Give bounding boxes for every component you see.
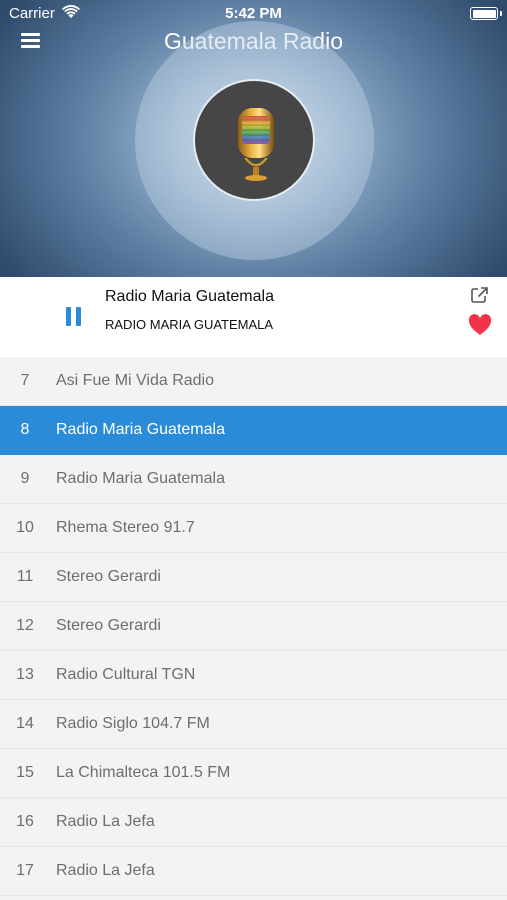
station-row[interactable]: 7 Asi Fue Mi Vida Radio [0,357,507,406]
station-number: 11 [16,568,34,585]
favorite-heart-icon[interactable] [468,314,492,336]
station-row[interactable]: 16 Radio La Jefa [0,798,507,847]
station-row[interactable]: 12 Stereo Gerardi [0,602,507,651]
station-list: 7 Asi Fue Mi Vida Radio 8 Radio Maria Guate… [0,357,507,900]
station-number: 10 [16,519,34,536]
share-icon[interactable] [471,287,488,303]
station-logo [193,79,315,201]
header-hero: Carrier 5:42 PM Guatemala Radio [0,0,507,277]
battery-icon [470,7,502,20]
now-playing-subtitle: RADIO MARIA GUATEMALA [105,317,274,332]
station-number: 9 [20,470,30,487]
station-name: Stereo Gerardi [56,617,161,634]
station-number: 14 [16,715,34,732]
station-name: Radio Maria Guatemala [56,470,225,487]
station-name: Stereo Gerardi [56,568,161,585]
station-number: 16 [16,813,34,830]
station-name: Radio La Jefa [56,813,155,830]
station-row[interactable]: 11 Stereo Gerardi [0,553,507,602]
station-row[interactable]: 9 Radio Maria Guatemala [0,455,507,504]
station-name: Radio Cultural TGN [56,666,196,683]
station-number: 15 [16,764,34,781]
now-playing-bar: Radio Maria Guatemala RADIO MARIA GUATEM… [0,277,507,359]
station-row[interactable]: 17 Radio La Jefa [0,847,507,896]
station-row[interactable]: 8 Radio Maria Guatemala [0,406,507,455]
station-name: Asi Fue Mi Vida Radio [56,372,214,389]
microphone-logo-icon [238,108,274,181]
pause-button[interactable] [66,307,82,326]
station-number: 17 [16,862,34,879]
station-name: Radio Maria Guatemala [56,421,225,438]
station-row[interactable]: 10 Rhema Stereo 91.7 [0,504,507,553]
station-name: Radio Siglo 104.7 FM [56,715,210,732]
clock: 5:42 PM [225,5,282,22]
station-name: La Chimalteca 101.5 FM [56,764,231,781]
station-row[interactable]: 15 La Chimalteca 101.5 FM [0,749,507,798]
station-row[interactable]: 14 Radio Siglo 104.7 FM [0,700,507,749]
station-number: 12 [16,617,34,634]
now-playing-title: Radio Maria Guatemala [105,288,274,305]
station-row[interactable]: 13 Radio Cultural TGN [0,651,507,700]
station-number: 8 [20,421,30,438]
station-name: Rhema Stereo 91.7 [56,519,195,536]
station-name: Radio La Jefa [56,862,155,879]
station-number: 13 [16,666,34,683]
station-number: 7 [20,372,30,389]
